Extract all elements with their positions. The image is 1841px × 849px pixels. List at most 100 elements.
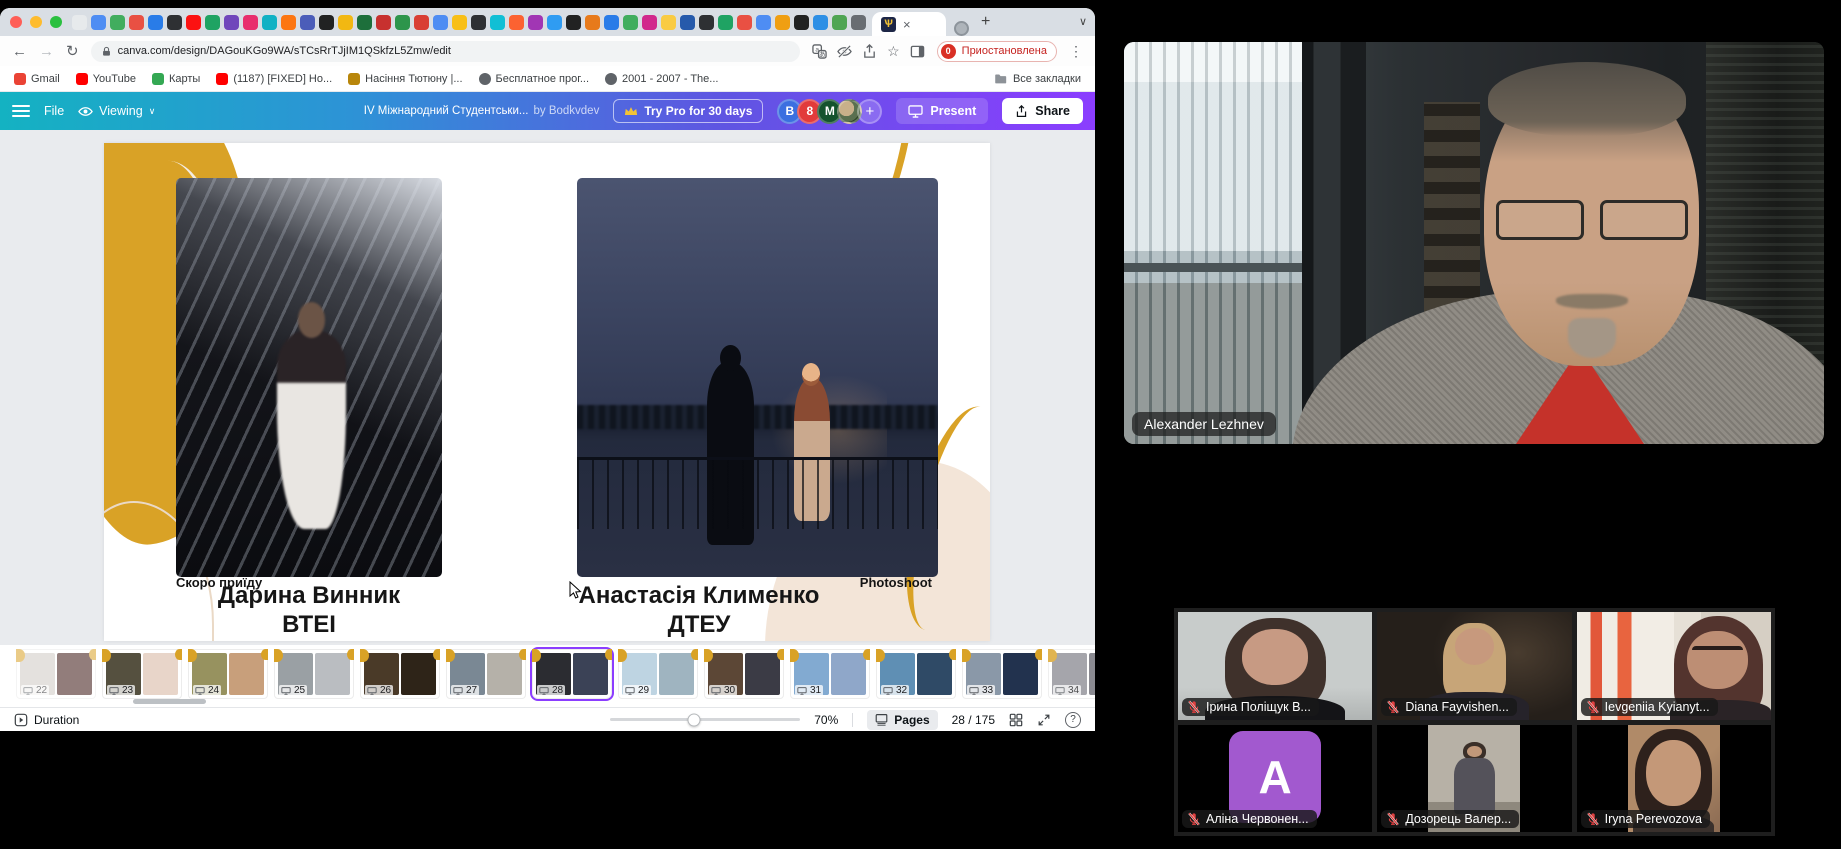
participant-tile[interactable]: Diana Fayvishen... [1377,612,1571,720]
browser-menu-icon[interactable]: ⋮ [1069,43,1083,60]
pinned-tab[interactable] [471,15,486,30]
bookmark-item[interactable]: Карты [152,73,200,85]
side-panel-icon[interactable] [910,44,925,59]
pinned-tab[interactable] [414,15,429,30]
pinned-tab[interactable] [490,15,505,30]
eye-off-icon[interactable] [837,44,852,59]
pinned-tab[interactable] [718,15,733,30]
pinned-tab[interactable] [813,15,828,30]
share-button[interactable]: Share [1002,98,1083,124]
participant-tile[interactable]: Ірина Поліщук В... [1178,612,1372,720]
pinned-tab[interactable] [680,15,695,30]
reload-button[interactable]: ↻ [66,44,79,59]
help-button[interactable]: ? [1065,712,1081,728]
page-thumbnail[interactable]: 30 [704,649,784,699]
forward-button[interactable]: → [39,44,54,59]
pinned-tab[interactable] [262,15,277,30]
tab-search-caret-icon[interactable]: ∨ [1079,8,1087,36]
bookmark-item[interactable]: Насіння Тютюну |... [348,73,462,85]
pinned-tab[interactable] [604,15,619,30]
pinned-tab[interactable] [148,15,163,30]
minimize-window-button[interactable] [30,16,42,28]
pinned-tab[interactable] [395,15,410,30]
present-button[interactable]: Present [896,98,988,124]
page-thumbnail[interactable]: 25 [274,649,354,699]
page-thumbnail[interactable]: 32 [876,649,956,699]
pinned-tab[interactable] [756,15,771,30]
pinned-tab[interactable] [623,15,638,30]
pinned-tab[interactable] [528,15,543,30]
page-thumbnail[interactable]: 28 [532,649,612,699]
pinned-tab[interactable] [794,15,809,30]
pinned-tab[interactable] [433,15,448,30]
grid-view-icon[interactable] [1009,713,1023,727]
pinned-tab[interactable] [224,15,239,30]
pinned-tab[interactable] [509,15,524,30]
pages-view-toggle[interactable]: Pages [867,710,937,730]
translate-icon[interactable]: a あ [812,44,827,59]
address-bar[interactable]: canva.com/design/DAGouKGo9WA/sTCsRrTJjIM… [91,41,801,62]
page-thumbnail[interactable]: 24 [188,649,268,699]
filmstrip-scrollbar[interactable] [133,699,206,704]
bookmark-item[interactable]: YouTube [76,73,136,85]
bookmark-item[interactable]: 2001 - 2007 - The... [605,73,718,85]
all-bookmarks-button[interactable]: Все закладки [994,72,1081,85]
design-title[interactable]: IV Міжнародний Студентськи...by Bodkvdev [364,105,600,117]
try-pro-button[interactable]: Try Pro for 30 days [613,99,763,123]
zoom-slider-knob[interactable] [687,713,700,726]
pinned-tab[interactable] [205,15,220,30]
zoom-percent[interactable]: 70% [814,713,838,727]
pinned-tab[interactable] [737,15,752,30]
page-thumbnail[interactable]: 29 [618,649,698,699]
file-menu[interactable]: File [44,104,64,118]
close-window-button[interactable] [10,16,22,28]
page-thumbnail[interactable]: 23 [102,649,182,699]
pinned-tab[interactable] [167,15,182,30]
page-thumbnail[interactable]: 33 [962,649,1042,699]
extension-paused-badge[interactable]: 0 Приостановлена [937,41,1057,62]
pinned-tab[interactable] [338,15,353,30]
pinned-tab[interactable] [243,15,258,30]
duration-button[interactable]: Duration [14,713,79,727]
zoom-window-button[interactable] [50,16,62,28]
pinned-tab[interactable] [357,15,372,30]
pinned-tab[interactable] [851,15,866,30]
participant-tile[interactable]: Ievgeniia Kyianyt... [1577,612,1771,720]
page-thumbnail[interactable]: 26 [360,649,440,699]
pinned-tab[interactable] [186,15,201,30]
page-thumbnail[interactable]: 31 [790,649,870,699]
page-thumbnail[interactable]: 34 [1048,649,1095,699]
pinned-tab[interactable] [832,15,847,30]
pinned-tab[interactable] [661,15,676,30]
bookmark-item[interactable]: Бесплатное прог... [479,73,590,85]
fullscreen-icon[interactable] [1037,713,1051,727]
bookmark-item[interactable]: (1187) [FIXED] Но... [216,73,332,85]
globe-pinned-tab[interactable] [954,21,969,36]
pinned-tab[interactable] [642,15,657,30]
participant-tile[interactable]: Iryna Perevozova [1577,725,1771,833]
pinned-tab[interactable] [72,15,87,30]
pinned-tab[interactable] [585,15,600,30]
pinned-tab[interactable] [452,15,467,30]
pinned-tab[interactable] [699,15,714,30]
pinned-tab[interactable] [300,15,315,30]
back-button[interactable]: ← [12,44,27,59]
pinned-tab[interactable] [376,15,391,30]
pinned-tab[interactable] [110,15,125,30]
participant-tile[interactable]: A Аліна Червонен... [1178,725,1372,833]
page-thumbnail[interactable]: 22 [16,649,96,699]
share-page-icon[interactable] [862,44,877,59]
pinned-tab[interactable] [319,15,334,30]
bookmark-star-icon[interactable]: ☆ [887,44,900,58]
close-tab-icon[interactable]: × [903,18,911,31]
page-thumbnail[interactable]: 27 [446,649,526,699]
pinned-tab[interactable] [566,15,581,30]
pinned-tab[interactable] [281,15,296,30]
speaker-video-tile[interactable]: Alexander Lezhnev [1124,42,1824,444]
pinned-tab[interactable] [91,15,106,30]
add-collaborator-button[interactable]: + [857,99,882,124]
active-tab[interactable]: Ѱ × [872,12,946,36]
pinned-tab[interactable] [129,15,144,30]
pinned-tab[interactable] [547,15,562,30]
participant-tile[interactable]: Дозорець Валер... [1377,725,1571,833]
